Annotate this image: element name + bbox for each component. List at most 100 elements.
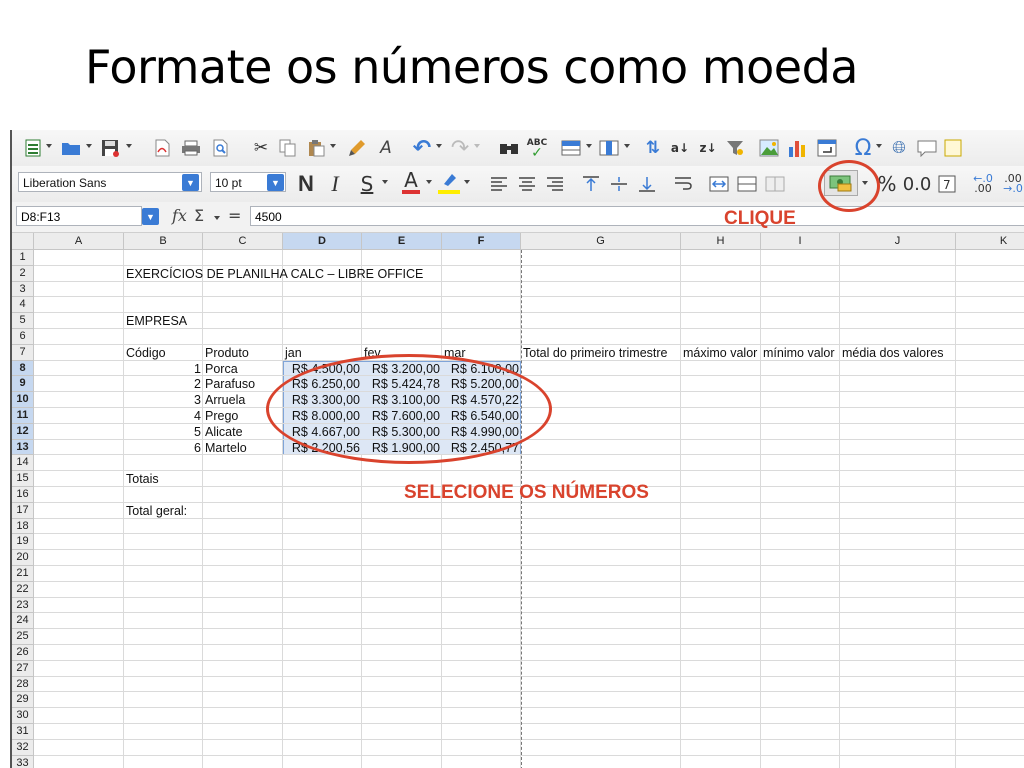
new-icon[interactable] <box>24 136 42 160</box>
row-header-11[interactable]: 11 <box>12 408 34 424</box>
highlight-color-icon[interactable] <box>438 170 460 194</box>
row-header-1[interactable]: 1 <box>12 250 34 266</box>
chevron-down-icon[interactable] <box>330 144 336 148</box>
row-header-7[interactable]: 7 <box>12 344 34 361</box>
row-header-2[interactable]: 2 <box>12 265 34 282</box>
cell-header-media[interactable]: média dos valores <box>842 345 954 361</box>
row-header-8[interactable]: 8 <box>12 360 34 377</box>
cell-header-maximo[interactable]: máximo valor <box>683 345 759 361</box>
chevron-down-icon[interactable] <box>126 144 132 148</box>
column-header-k[interactable]: K <box>956 233 1024 250</box>
save-icon[interactable] <box>100 136 120 160</box>
align-bottom-icon[interactable] <box>636 172 658 196</box>
date-format-icon[interactable]: 7 <box>936 172 958 196</box>
unmerge-cells-icon[interactable] <box>764 172 786 196</box>
row-header-6[interactable]: 6 <box>12 329 34 345</box>
row-header-25[interactable]: 25 <box>12 629 34 645</box>
column-header-h[interactable]: H <box>681 233 761 250</box>
cell-codigo[interactable]: 4 <box>126 408 201 424</box>
redo-icon[interactable]: ↷ <box>448 136 472 161</box>
font-color-button[interactable]: A <box>402 168 420 194</box>
chevron-down-icon[interactable]: ▼ <box>182 174 199 191</box>
chevron-down-icon[interactable] <box>464 180 470 184</box>
print-icon[interactable] <box>180 136 202 160</box>
cell-header-total-trimestre[interactable]: Total do primeiro trimestre <box>523 345 679 361</box>
align-center-vertical-icon[interactable] <box>608 172 630 196</box>
merge-center-icon[interactable] <box>708 172 730 196</box>
cell-codigo[interactable]: 6 <box>126 440 201 456</box>
row-header-26[interactable]: 26 <box>12 645 34 661</box>
align-top-icon[interactable] <box>580 172 602 196</box>
print-preview-icon[interactable] <box>210 136 230 160</box>
clone-formatting-icon[interactable] <box>346 136 368 160</box>
column-header-b[interactable]: B <box>124 233 203 250</box>
cell-codigo[interactable]: 2 <box>126 376 201 392</box>
find-replace-icon[interactable] <box>498 136 520 160</box>
row-header-28[interactable]: 28 <box>12 676 34 693</box>
chevron-down-icon[interactable]: ▼ <box>267 174 284 191</box>
column-header-a[interactable]: A <box>34 233 124 250</box>
sort-icon[interactable]: ⇅ <box>642 136 664 160</box>
row-header-10[interactable]: 10 <box>12 392 34 408</box>
row-header-9[interactable]: 9 <box>12 376 34 393</box>
chart-icon[interactable] <box>786 136 808 160</box>
row-header-19[interactable]: 19 <box>12 534 34 551</box>
cell-codigo[interactable]: 1 <box>126 361 201 377</box>
row-header-30[interactable]: 30 <box>12 708 34 724</box>
row-header-14[interactable]: 14 <box>12 455 34 472</box>
row-header-29[interactable]: 29 <box>12 692 34 709</box>
cell-produto[interactable]: Porca <box>205 361 281 377</box>
row-header-3[interactable]: 3 <box>12 281 34 298</box>
chevron-down-icon[interactable] <box>624 144 630 148</box>
row-header-31[interactable]: 31 <box>12 724 34 740</box>
row-header-13[interactable]: 13 <box>12 439 34 456</box>
number-format-icon[interactable]: 0.0 <box>903 172 932 196</box>
add-decimal-icon[interactable]: ←.0.00 <box>972 172 994 196</box>
sort-descending-icon[interactable]: z↓ <box>696 136 720 160</box>
row-header-22[interactable]: 22 <box>12 581 34 598</box>
row-header-4[interactable]: 4 <box>12 297 34 314</box>
spelling-icon[interactable]: ABC ✓ <box>524 136 550 160</box>
bold-button[interactable]: N <box>296 171 316 196</box>
row-header-23[interactable]: 23 <box>12 597 34 614</box>
chevron-down-icon[interactable] <box>876 144 882 148</box>
row-header-16[interactable]: 16 <box>12 487 34 503</box>
wrap-text-icon[interactable] <box>672 172 694 196</box>
special-character-icon[interactable]: Ω <box>852 136 874 161</box>
row-header-18[interactable]: 18 <box>12 518 34 535</box>
comment-icon[interactable] <box>916 136 938 160</box>
cell-totais[interactable]: Totais <box>126 471 201 487</box>
column-header-c[interactable]: C <box>203 233 283 250</box>
row-header-5[interactable]: 5 <box>12 313 34 329</box>
column-header-j[interactable]: J <box>840 233 956 250</box>
headers-footers-icon[interactable] <box>942 136 964 160</box>
chevron-down-icon[interactable]: ▼ <box>142 208 159 225</box>
cell-total-geral[interactable]: Total geral: <box>126 503 201 519</box>
chevron-down-icon[interactable] <box>474 144 480 148</box>
function-wizard-icon[interactable]: fx <box>172 206 187 225</box>
clear-formatting-icon[interactable]: A <box>374 136 398 160</box>
cell-produto[interactable]: Parafuso <box>205 376 281 392</box>
cell-header-codigo[interactable]: Código <box>126 345 201 361</box>
cell-produto[interactable]: Alicate <box>205 424 281 440</box>
sum-icon[interactable]: Σ <box>194 206 204 225</box>
column-header-e[interactable]: E <box>362 233 442 250</box>
select-all-corner[interactable] <box>12 233 34 250</box>
align-center-icon[interactable] <box>516 172 538 196</box>
cell-codigo[interactable]: 5 <box>126 424 201 440</box>
row-header-24[interactable]: 24 <box>12 613 34 630</box>
column-header-g[interactable]: G <box>521 233 681 250</box>
underline-button[interactable]: S <box>358 172 376 196</box>
undo-icon[interactable]: ↶ <box>410 136 434 161</box>
row-header-15[interactable]: 15 <box>12 471 34 487</box>
chevron-down-icon[interactable] <box>86 144 92 148</box>
cell-header-minimo[interactable]: mínimo valor <box>763 345 838 361</box>
sort-ascending-icon[interactable]: a↓ <box>668 136 692 160</box>
formula-input[interactable]: 4500 <box>250 206 1024 226</box>
cell-codigo[interactable]: 3 <box>126 392 201 408</box>
column-icon[interactable] <box>598 136 620 160</box>
chevron-down-icon[interactable] <box>436 144 442 148</box>
row-header-17[interactable]: 17 <box>12 502 34 519</box>
cell-empresa[interactable]: EMPRESA <box>126 313 201 329</box>
row-header-27[interactable]: 27 <box>12 660 34 677</box>
